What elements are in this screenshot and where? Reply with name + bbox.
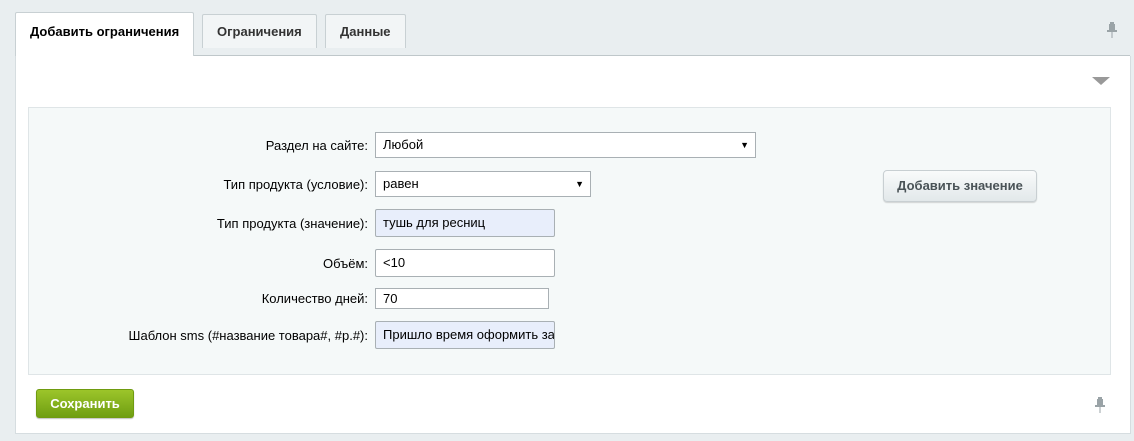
save-button[interactable]: Сохранить [36,389,134,418]
days-input[interactable]: 70 [375,288,549,309]
section-label: Раздел на сайте: [265,138,368,153]
days-label: Количество дней: [261,291,368,306]
pin-icon[interactable] [1095,397,1105,413]
tab-bar: Добавить ограничения Ограничения Данные [0,0,1134,56]
caret-down-icon: ▼ [740,140,749,150]
volume-label: Объём: [322,256,368,271]
volume-input[interactable]: <10 [375,249,555,277]
tab-restrictions[interactable]: Ограничения [202,14,317,48]
product-type-value-input[interactable]: тушь для ресниц [375,209,555,237]
add-value-button[interactable]: Добавить значение [883,170,1037,202]
product-type-condition-label: Тип продукта (условие): [223,177,368,192]
product-type-value-label: Тип продукта (значение): [216,216,368,231]
tab-data[interactable]: Данные [325,14,406,48]
collapse-arrow-icon[interactable] [1092,77,1110,85]
product-type-condition-value: равен [383,176,419,191]
product-type-condition-select[interactable]: равен ▼ [375,171,591,197]
tab-add-restrictions[interactable]: Добавить ограничения [15,12,195,56]
sms-template-input[interactable]: Пришло время оформить за [375,321,555,349]
section-select-value: Любой [383,137,424,152]
section-select[interactable]: Любой ▼ [375,132,756,158]
sms-template-label: Шаблон sms (#название товара#, #р.#): [128,328,368,343]
caret-down-icon: ▼ [575,179,584,189]
pin-icon[interactable] [1107,22,1117,38]
